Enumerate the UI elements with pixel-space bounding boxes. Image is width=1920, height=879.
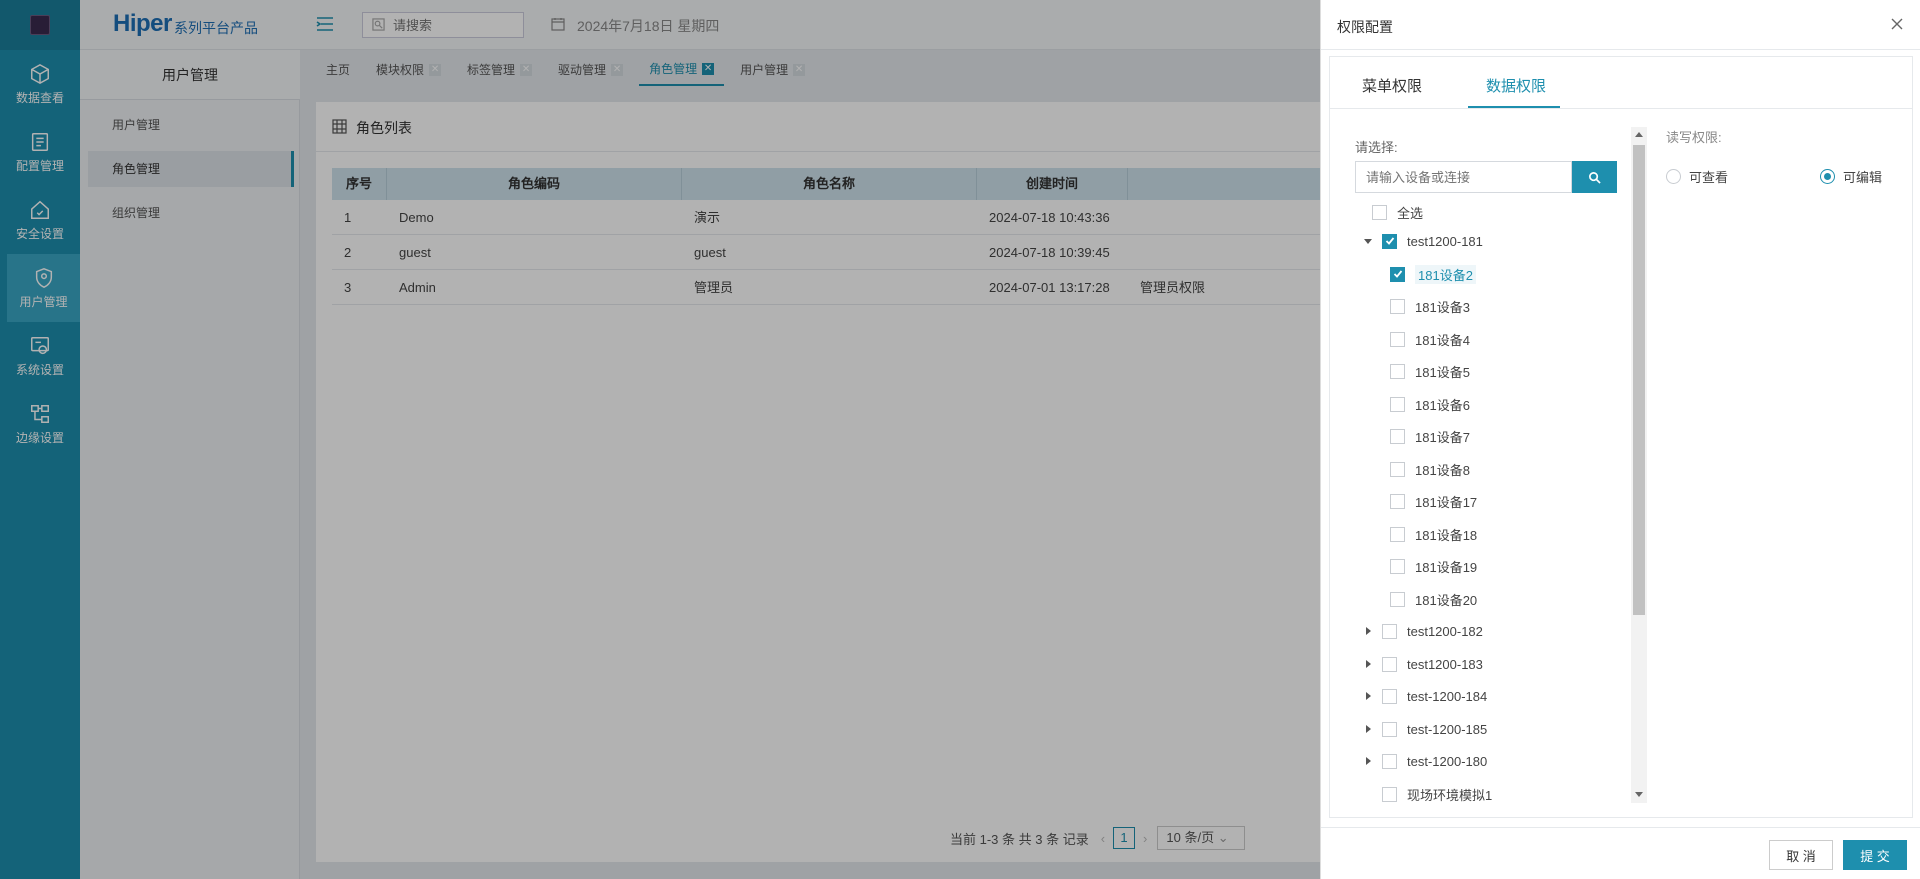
- submit-button[interactable]: 提 交: [1843, 840, 1907, 870]
- tree-node-label: test-1200-185: [1407, 721, 1488, 737]
- scroll-down-icon[interactable]: [1634, 789, 1644, 799]
- tree-node-label: 181设备17: [1415, 494, 1478, 510]
- tree-node[interactable]: 181设备6: [1390, 393, 1470, 415]
- caret-right-icon[interactable]: [1362, 723, 1374, 735]
- radio-circle[interactable]: [1820, 169, 1835, 184]
- tree-node-label: test1200-182: [1407, 623, 1483, 639]
- tree-node[interactable]: 181设备18: [1390, 523, 1477, 545]
- tree-node[interactable]: 181设备4: [1390, 328, 1470, 350]
- tree-node-label: 181设备2: [1415, 264, 1476, 284]
- tree-scrollbar[interactable]: [1631, 127, 1647, 803]
- check-icon: [1393, 270, 1402, 278]
- tree-node-label: 181设备6: [1415, 397, 1470, 413]
- caret-right-icon[interactable]: [1362, 690, 1374, 702]
- drawer-footer: 取 消 提 交: [1321, 827, 1920, 879]
- checkbox[interactable]: [1390, 591, 1405, 607]
- tree-node[interactable]: test-1200-185: [1362, 718, 1487, 740]
- drawer-tabs: 菜单权限 数据权限: [1330, 57, 1912, 109]
- radio-circle[interactable]: [1666, 169, 1681, 184]
- checkbox[interactable]: [1382, 753, 1397, 769]
- checkbox[interactable]: [1382, 721, 1397, 737]
- tree-node-label: 181设备3: [1415, 299, 1470, 315]
- checkbox[interactable]: [1390, 266, 1405, 282]
- checkbox[interactable]: [1390, 396, 1405, 412]
- scroll-up-icon[interactable]: [1634, 130, 1644, 140]
- checkbox[interactable]: [1382, 656, 1397, 672]
- checkbox[interactable]: [1390, 461, 1405, 477]
- tree-node-label: 181设备19: [1415, 559, 1478, 575]
- checkbox[interactable]: [1390, 526, 1405, 542]
- tree-node[interactable]: 181设备3: [1390, 295, 1470, 317]
- tree-node[interactable]: 181设备20: [1390, 588, 1477, 610]
- checkbox[interactable]: [1390, 331, 1405, 347]
- check-icon: [1385, 237, 1394, 245]
- caret-down-icon[interactable]: [1362, 235, 1374, 247]
- checkbox[interactable]: [1372, 204, 1387, 220]
- radio-label: 可编辑: [1843, 170, 1883, 185]
- select-label: 请选择:: [1355, 140, 1398, 155]
- checkbox[interactable]: [1382, 233, 1397, 249]
- checkbox[interactable]: [1390, 493, 1405, 509]
- modal-overlay[interactable]: [0, 0, 1320, 879]
- device-search-button[interactable]: [1572, 161, 1617, 193]
- select-all-checkbox[interactable]: 全选: [1372, 201, 1423, 223]
- tree-node[interactable]: test-1200-184: [1362, 685, 1487, 707]
- drawer-header: 权限配置: [1321, 0, 1920, 50]
- active-tab-indicator: [1468, 106, 1560, 108]
- tree-node[interactable]: 现场环境模拟1: [1382, 783, 1492, 805]
- tree-node[interactable]: 181设备8: [1390, 458, 1470, 480]
- checkbox[interactable]: [1390, 363, 1405, 379]
- permission-drawer: 权限配置 菜单权限 数据权限 请选择: 全选 test1200-181 181设…: [1320, 0, 1920, 879]
- cancel-button[interactable]: 取 消: [1769, 840, 1833, 870]
- caret-right-icon[interactable]: [1362, 625, 1374, 637]
- radio-label: 可查看: [1689, 170, 1729, 185]
- checkbox[interactable]: [1390, 298, 1405, 314]
- tree-node-label: test1200-181: [1407, 233, 1483, 249]
- tree-node-label: 现场环境模拟1: [1407, 787, 1493, 803]
- tree-node-label: test-1200-184: [1407, 688, 1488, 704]
- tree-node[interactable]: test-1200-180: [1362, 750, 1487, 772]
- tree-node[interactable]: test1200-181: [1362, 230, 1483, 252]
- radio-editable[interactable]: 可编辑: [1820, 167, 1882, 186]
- tree-node-label: 181设备4: [1415, 332, 1470, 348]
- tree-node[interactable]: test1200-182: [1362, 620, 1483, 642]
- checkbox[interactable]: [1382, 623, 1397, 639]
- tree-node-label: 181设备20: [1415, 592, 1478, 608]
- tree-node[interactable]: 181设备2: [1390, 263, 1476, 285]
- tree-node-label: 181设备5: [1415, 364, 1470, 380]
- close-icon[interactable]: [1889, 16, 1905, 32]
- checkbox[interactable]: [1390, 428, 1405, 444]
- search-icon: [1589, 171, 1601, 184]
- rw-permission-label: 读写权限:: [1666, 130, 1722, 145]
- tree-node[interactable]: 181设备7: [1390, 425, 1470, 447]
- tree-node-label: 181设备7: [1415, 429, 1470, 445]
- tab-data-permission[interactable]: 数据权限: [1486, 75, 1546, 96]
- checkbox[interactable]: [1382, 688, 1397, 704]
- tree-node-label: 181设备18: [1415, 527, 1478, 543]
- caret-right-icon[interactable]: [1362, 658, 1374, 670]
- tab-menu-permission[interactable]: 菜单权限: [1362, 75, 1422, 96]
- device-search-input[interactable]: [1355, 161, 1572, 193]
- scroll-thumb[interactable]: [1633, 145, 1645, 615]
- checkbox[interactable]: [1390, 558, 1405, 574]
- tree-node[interactable]: 181设备5: [1390, 360, 1470, 382]
- drawer-body: 菜单权限 数据权限 请选择: 全选 test1200-181 181设备2 18…: [1329, 56, 1913, 818]
- tree-node[interactable]: 181设备17: [1390, 490, 1477, 512]
- tree-node-label: test1200-183: [1407, 656, 1483, 672]
- tree-node-label: test-1200-180: [1407, 753, 1488, 769]
- radio-view-only[interactable]: 可查看: [1666, 167, 1728, 186]
- tree-node[interactable]: test1200-183: [1362, 653, 1483, 675]
- tree-node[interactable]: 181设备19: [1390, 555, 1477, 577]
- caret-right-icon[interactable]: [1362, 755, 1374, 767]
- drawer-title: 权限配置: [1337, 19, 1393, 35]
- checkbox[interactable]: [1382, 786, 1397, 802]
- tree-node-label: 181设备8: [1415, 462, 1470, 478]
- select-all-label: 全选: [1397, 205, 1424, 221]
